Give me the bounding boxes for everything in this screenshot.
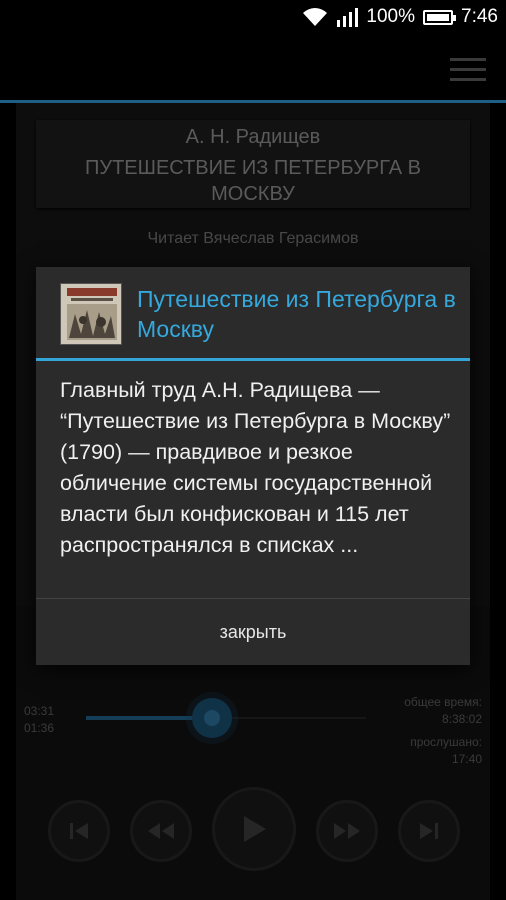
clock: 7:46	[461, 6, 498, 27]
book-cover-thumbnail	[60, 283, 122, 345]
signal-icon	[337, 8, 359, 27]
status-icons: 100% 7:46	[302, 6, 498, 28]
dialog-title-divider	[36, 358, 470, 361]
close-button[interactable]: закрыть	[36, 599, 470, 665]
wifi-icon	[303, 8, 328, 26]
action-bar	[0, 38, 506, 100]
dialog-description: Главный труд А.Н. Радищева — “Путешестви…	[60, 378, 451, 557]
status-bar: 100% 7:46	[0, 0, 506, 38]
battery-percent: 100%	[366, 6, 416, 27]
menu-icon[interactable]	[450, 58, 486, 82]
battery-icon	[423, 9, 457, 25]
description-dialog: Путешествие из Петербурга в Москву Главн…	[36, 267, 470, 665]
dialog-title: Путешествие из Петербурга в Москву	[137, 286, 456, 342]
